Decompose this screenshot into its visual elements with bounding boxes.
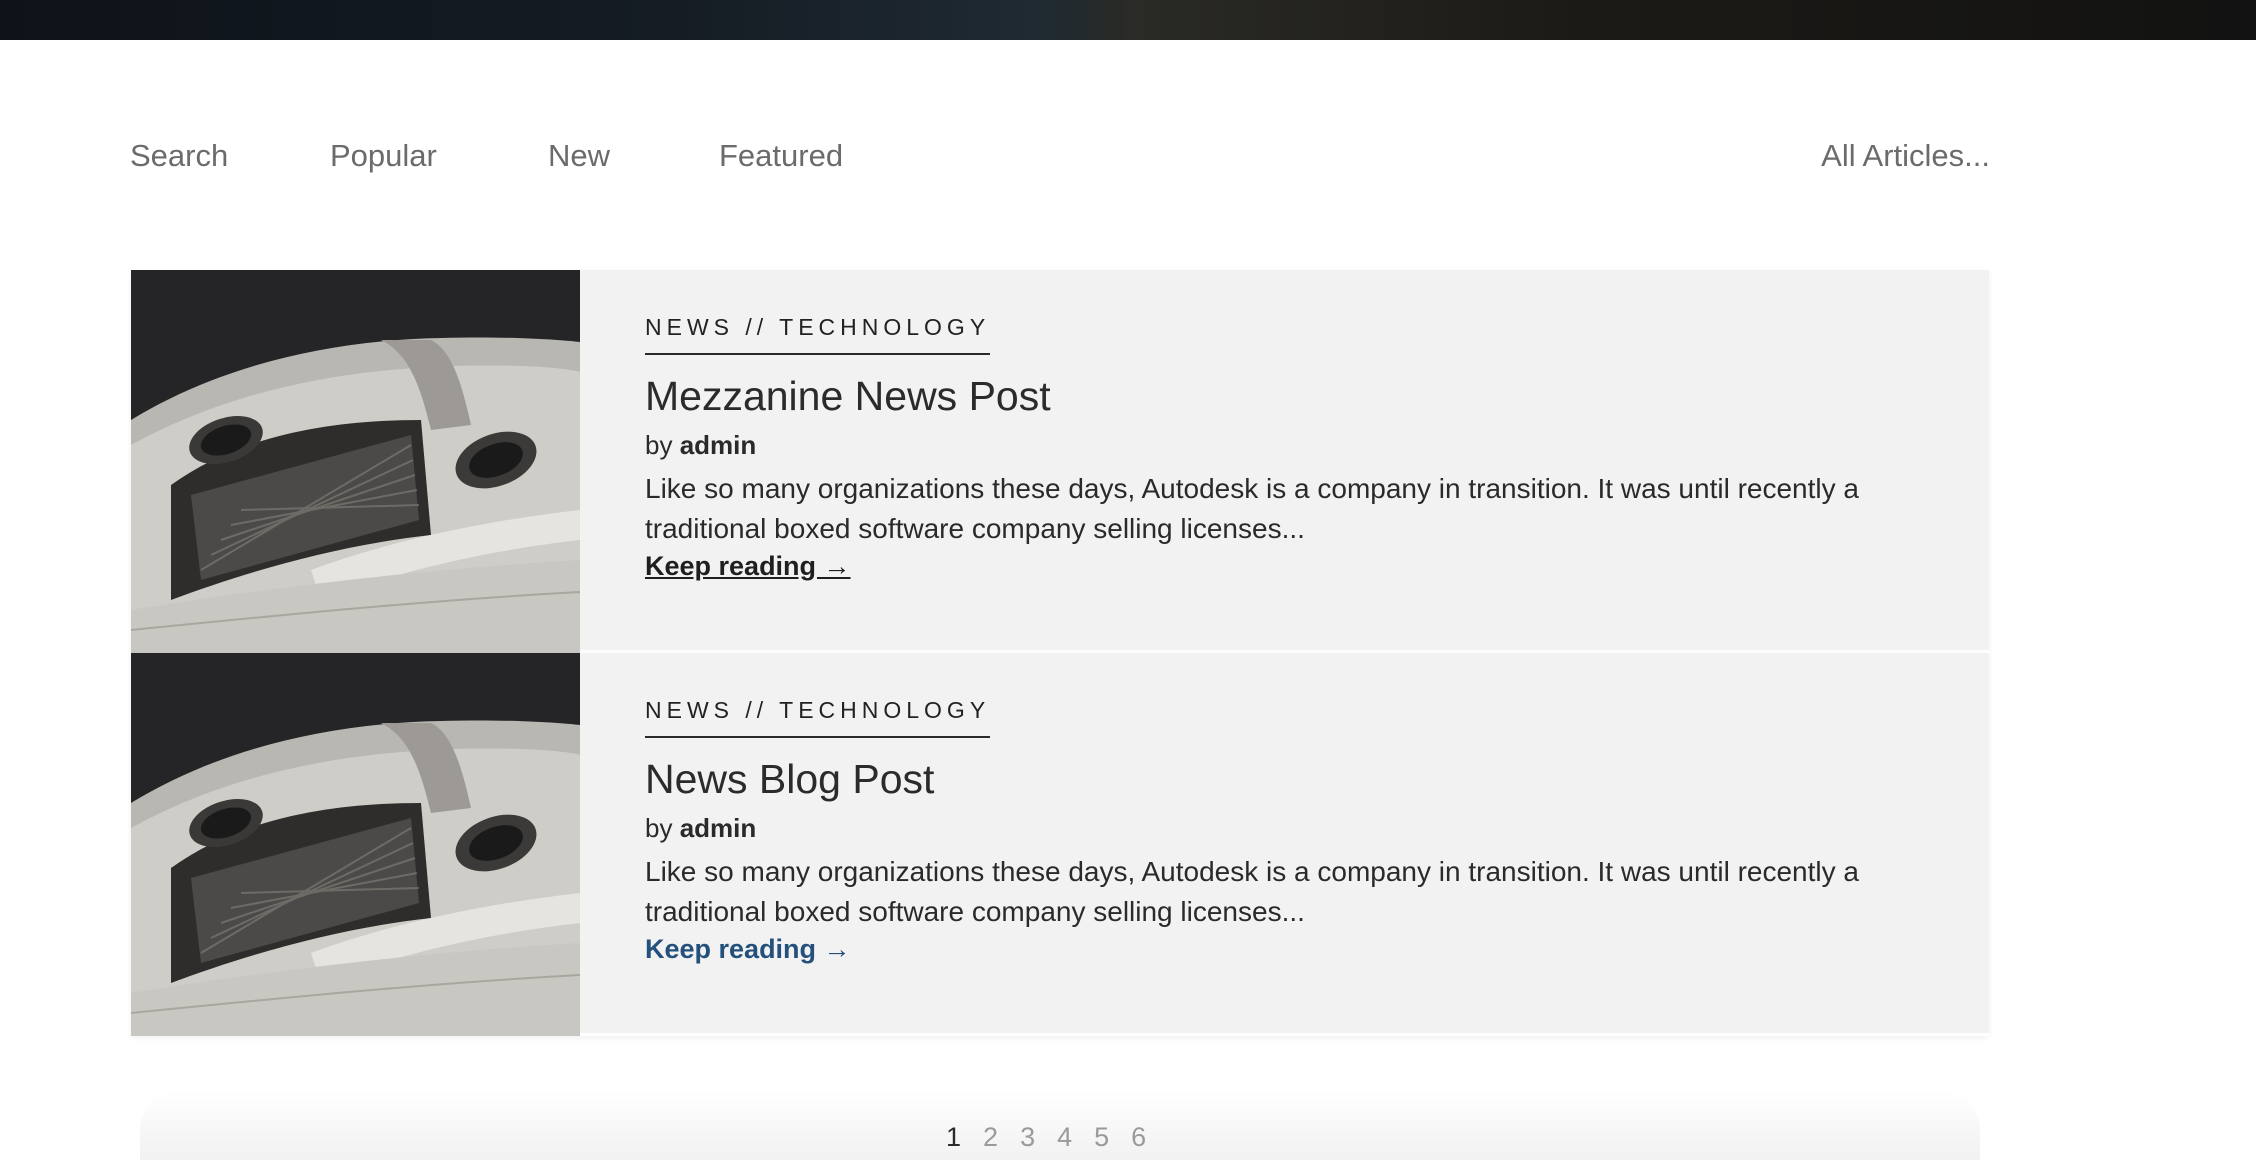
hero-banner-strip <box>0 0 2256 40</box>
article-list: NEWS // TECHNOLOGY Mezzanine News Post b… <box>131 270 1989 1036</box>
filter-search-link[interactable]: Search <box>130 138 228 174</box>
keep-reading-link[interactable]: Keep reading → <box>645 934 851 965</box>
article-excerpt: Like so many organizations these days, A… <box>645 473 1859 544</box>
article-body: NEWS // TECHNOLOGY News Blog Post by adm… <box>645 697 1945 965</box>
article-card: NEWS // TECHNOLOGY Mezzanine News Post b… <box>131 270 1989 653</box>
pagination: 1 2 3 4 5 6 <box>946 1122 1146 1156</box>
filter-new-link[interactable]: New <box>548 138 610 174</box>
car-image <box>131 653 580 1036</box>
keep-reading-link[interactable]: Keep reading → <box>645 551 851 582</box>
article-title[interactable]: News Blog Post <box>645 756 1945 803</box>
page-link-2[interactable]: 2 <box>983 1122 998 1156</box>
byline-prefix: by <box>645 813 673 843</box>
article-title[interactable]: Mezzanine News Post <box>645 373 1945 420</box>
article-category[interactable]: NEWS // TECHNOLOGY <box>645 314 991 355</box>
article-excerpt: Like so many organizations these days, A… <box>645 856 1859 927</box>
byline-prefix: by <box>645 430 673 460</box>
page-link-4[interactable]: 4 <box>1057 1122 1072 1156</box>
article-thumbnail[interactable] <box>131 653 580 1036</box>
car-image <box>131 270 580 653</box>
article-thumbnail[interactable] <box>131 270 580 653</box>
article-body: NEWS // TECHNOLOGY Mezzanine News Post b… <box>645 314 1945 582</box>
filter-featured-link[interactable]: Featured <box>719 138 843 174</box>
article-filter-nav: Search Popular New Featured All Articles… <box>130 138 1990 186</box>
article-card: NEWS // TECHNOLOGY News Blog Post by adm… <box>131 653 1989 1036</box>
article-byline: by admin <box>645 813 1945 844</box>
article-category[interactable]: NEWS // TECHNOLOGY <box>645 697 991 738</box>
page-link-1[interactable]: 1 <box>946 1122 961 1156</box>
page-link-5[interactable]: 5 <box>1094 1122 1109 1156</box>
filter-popular-link[interactable]: Popular <box>330 138 437 174</box>
article-byline: by admin <box>645 430 1945 461</box>
page-link-6[interactable]: 6 <box>1131 1122 1146 1156</box>
article-author[interactable]: admin <box>680 430 757 460</box>
page-link-3[interactable]: 3 <box>1020 1122 1035 1156</box>
all-articles-link[interactable]: All Articles... <box>1821 138 1990 174</box>
article-author[interactable]: admin <box>680 813 757 843</box>
